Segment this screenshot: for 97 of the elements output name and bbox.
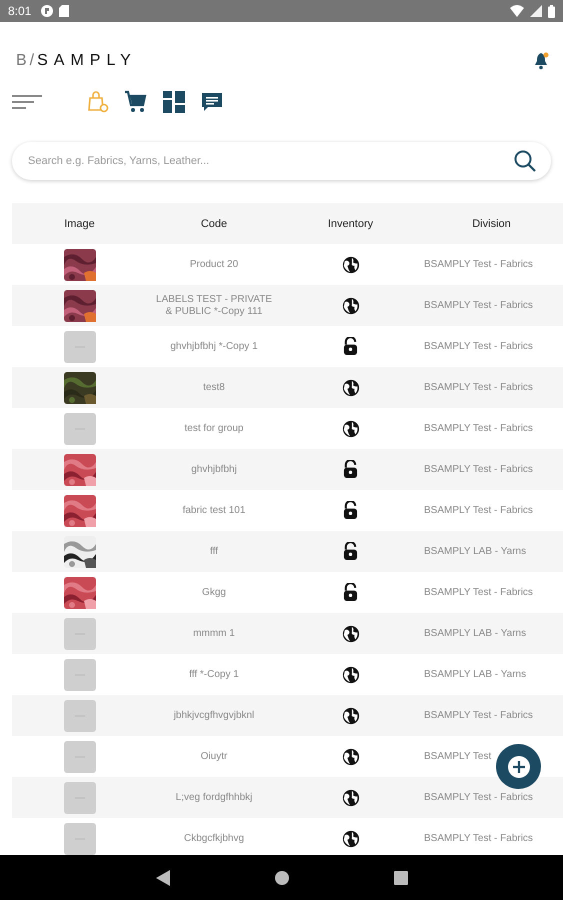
table-cell: BSAMPLY Test - Fabrics (424, 504, 533, 516)
table-row[interactable]: Gkgg BSAMPLY Test - Fabrics (12, 572, 563, 613)
table-cell: BSAMPLY Test - Fabrics (424, 258, 533, 270)
logo-mark: B/ (16, 52, 38, 70)
image-placeholder (64, 658, 96, 690)
table-row[interactable]: fff BSAMPLY LAB - Yarns (12, 531, 563, 572)
back-icon[interactable] (156, 870, 170, 886)
unlocked-padlock-icon (343, 460, 358, 479)
table-cell-text: LABELS TEST - PRIVATE & PUBLIC *-Copy 111 (155, 294, 273, 318)
table-row[interactable]: jbhkjvcgfhvgvjbknl BSAMPLY Test - Fabrics (12, 695, 563, 736)
table-row[interactable]: Ckbgcfkjbhvg BSAMPLY Test - Fabrics (12, 818, 563, 855)
table-cell: fff (210, 546, 218, 558)
image-placeholder (64, 822, 96, 854)
table-cell: ghvhjbfbhj (191, 464, 237, 476)
table-row[interactable]: LABELS TEST - PRIVATE & PUBLIC *-Copy 111 BSAMPLY Test - Fabrics (12, 285, 563, 326)
table-row[interactable]: Oiuytr BSAMPLY Test (12, 736, 563, 777)
image-placeholder (64, 700, 96, 732)
logo-text: SAMPLY (37, 52, 137, 70)
table-cell: BSAMPLY LAB - Yarns (424, 546, 526, 558)
image-placeholder (64, 412, 96, 444)
table-row[interactable]: ghvhjbfbhj *-Copy 1 BSAMPLY Test - Fabrics (12, 326, 563, 367)
globe-icon (342, 420, 360, 438)
shopping-bag-icon (86, 90, 110, 114)
globe-icon (342, 256, 360, 274)
globe-icon (342, 830, 360, 848)
table-cell: BSAMPLY Test - Fabrics (424, 300, 533, 312)
table-cell: L;veg fordgfhhbkj (176, 792, 252, 804)
unlocked-padlock-icon (343, 337, 358, 356)
dashboard-button[interactable] (162, 90, 186, 114)
status-time: 8:01 (8, 4, 32, 18)
add-button[interactable] (496, 744, 541, 789)
table-cell: BSAMPLY Test - Fabrics (424, 382, 533, 394)
plus-icon (508, 756, 530, 778)
table-cell: test8 (203, 382, 225, 394)
column-header: Division (471, 218, 512, 230)
chat-icon (200, 90, 224, 114)
chat-button[interactable] (200, 90, 224, 114)
table-row[interactable]: mmmm 1 BSAMPLY LAB - Yarns (12, 613, 563, 654)
wifi-icon (510, 5, 524, 17)
table-row[interactable]: fabric test 101 BSAMPLY Test - Fabrics (12, 490, 563, 531)
table-cell: BSAMPLY Test - Fabrics (424, 586, 533, 598)
battery-icon (548, 4, 555, 18)
table-cell: mmmm 1 (193, 628, 235, 640)
table-cell: Gkgg (202, 586, 226, 598)
cart-icon (124, 90, 148, 114)
unlocked-padlock-icon (343, 583, 358, 602)
menu-button[interactable] (12, 95, 42, 109)
app-notification-icon (41, 5, 54, 17)
table-row[interactable]: test for group BSAMPLY Test - Fabrics (12, 408, 563, 449)
unlocked-padlock-icon (343, 501, 358, 520)
table-cell: BSAMPLY Test - Fabrics (424, 832, 533, 844)
column-header: Image (63, 218, 96, 230)
search-field[interactable]: Search e.g. Fabrics, Yarns, Leather... (26, 154, 513, 168)
cart-button[interactable] (124, 90, 148, 114)
globe-icon (342, 748, 360, 766)
table-cell: Product 20 (190, 258, 238, 270)
globe-icon (342, 666, 360, 684)
globe-icon (342, 378, 360, 396)
table-cell: test for group (184, 422, 244, 434)
globe-icon (342, 624, 360, 642)
recents-icon[interactable] (394, 870, 408, 884)
table-cell: Oiuytr (200, 750, 228, 762)
table-row[interactable]: L;veg fordgfhhbkj BSAMPLY Test - Fabrics (12, 777, 563, 818)
table-cell: BSAMPLY Test - Fabrics (424, 340, 533, 352)
table-cell: BSAMPLY LAB - Yarns (424, 628, 526, 640)
home-icon[interactable] (274, 870, 288, 884)
sd-card-icon (59, 5, 70, 17)
column-header: Inventory (326, 218, 374, 230)
table-row[interactable]: fff *-Copy 1 BSAMPLY LAB - Yarns (12, 654, 563, 695)
signal-icon (530, 5, 542, 17)
search-icon[interactable] (513, 149, 537, 173)
unlocked-padlock-icon (343, 542, 358, 561)
table-cell: BSAMPLY Test - Fabrics (424, 464, 533, 476)
image-placeholder (64, 618, 96, 650)
table-row[interactable]: test8 BSAMPLY Test - Fabrics (12, 367, 563, 408)
table-cell: BSAMPLY LAB - Yarns (424, 668, 526, 680)
image-placeholder (64, 330, 96, 362)
table-row[interactable]: ghvhjbfbhj BSAMPLY Test - Fabrics (12, 449, 563, 490)
globe-icon (342, 296, 360, 314)
table-cell: BSAMPLY Test - Fabrics (424, 792, 533, 804)
table-cell: fabric test 101 (182, 504, 246, 516)
dashboard-icon (162, 90, 186, 114)
bell-icon[interactable] (533, 52, 549, 70)
image-placeholder (64, 782, 96, 814)
menu-icon (12, 95, 42, 109)
table-cell: BSAMPLY Test - Fabrics (424, 710, 533, 722)
table-cell: BSAMPLY Test - Fabrics (424, 422, 533, 434)
column-header: Code (200, 218, 228, 230)
table-cell: jbhkjvcgfhvgvjbknl (174, 710, 254, 722)
table-cell: fff *-Copy 1 (189, 668, 239, 680)
image-placeholder (64, 740, 96, 772)
table-cell: ghvhjbfbhj *-Copy 1 (170, 340, 258, 352)
table-cell: Ckbgcfkjbhvg (184, 832, 244, 844)
table-row[interactable]: Product 20 BSAMPLY Test - Fabrics (12, 244, 563, 285)
globe-icon (342, 788, 360, 806)
table-cell: BSAMPLY Test (424, 750, 492, 762)
globe-icon (342, 706, 360, 724)
